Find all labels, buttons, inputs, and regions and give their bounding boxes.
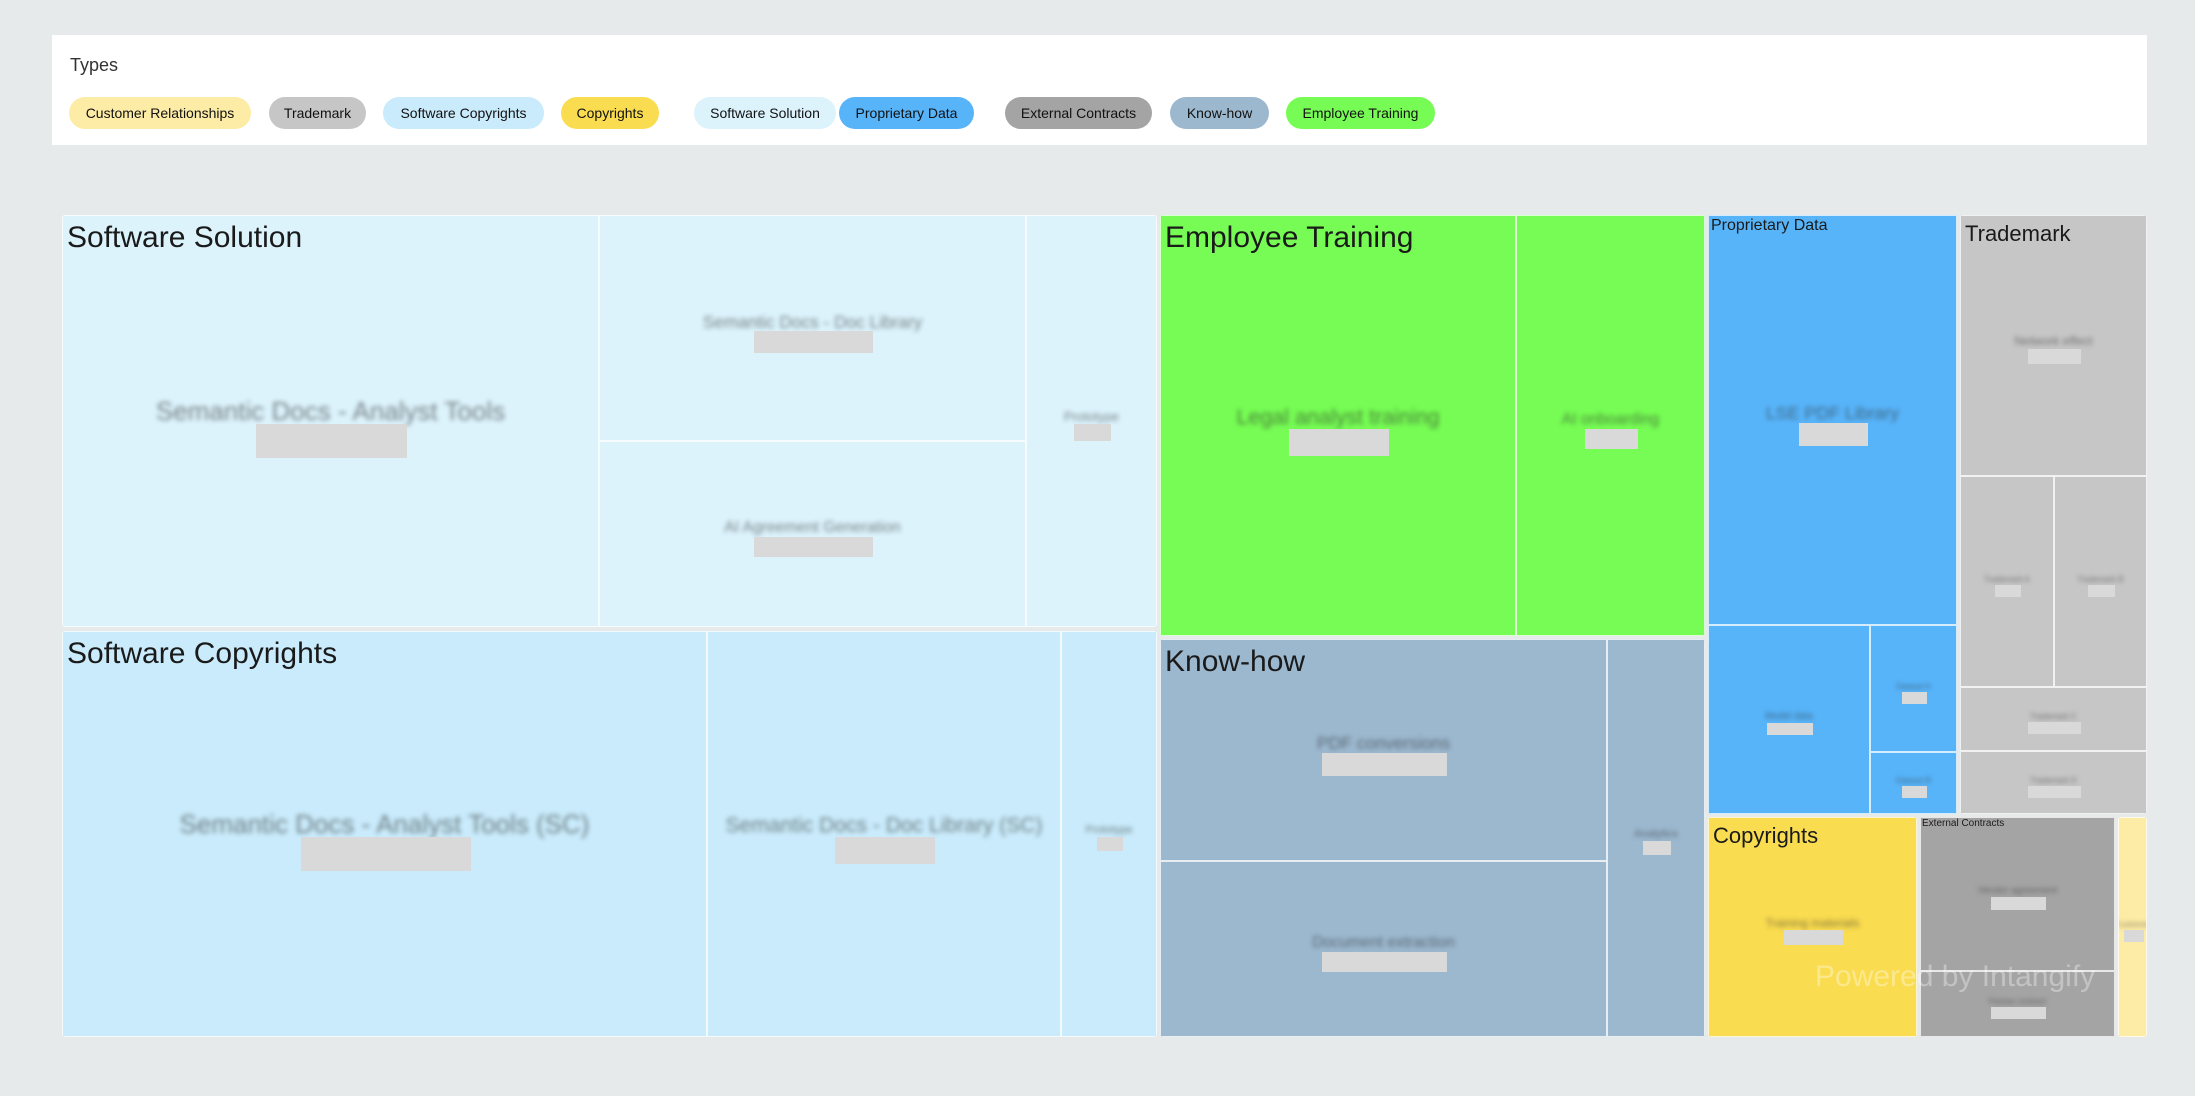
treemap-leaf-label: Legal analyst training <box>1236 404 1440 429</box>
redacted-value <box>835 837 935 865</box>
redacted-value <box>1991 897 2046 910</box>
redacted-value <box>1289 428 1389 457</box>
treemap-leaf-label: Trademark C <box>2030 712 2077 721</box>
treemap-tile-semantic-docs-analyst-tools[interactable]: Semantic Docs - Analyst Tools <box>62 215 599 627</box>
treemap-tile-model-data[interactable]: Model data <box>1708 625 1870 814</box>
treemap-group-customer-relationships[interactable]: Customer <box>2118 817 2147 1037</box>
redacted-value <box>1994 584 2022 597</box>
treemap-group-label: External Contracts <box>1922 818 2005 829</box>
treemap-group-label: Software Solution <box>67 221 303 254</box>
treemap-leaf-label: Model data <box>1764 710 1814 722</box>
treemap-leaf-label: PDF conversions <box>1316 733 1451 754</box>
treemap-tile-semantic-docs-doc-library[interactable]: Semantic Docs - Doc Library <box>599 215 1026 441</box>
redacted-value <box>1784 930 1843 946</box>
redacted-value <box>1321 952 1448 973</box>
redacted-value <box>2088 584 2115 597</box>
treemap-leaf-label: AI onboarding <box>1561 410 1660 428</box>
treemap-tile-analytics[interactable]: Analytics <box>1607 639 1705 1037</box>
treemap-tile-trademark-d[interactable]: Trademark D <box>1960 751 2147 814</box>
treemap-leaf-label: Network effect <box>2014 334 2093 349</box>
treemap-tile-ai-onboarding[interactable]: AI onboarding <box>1516 215 1705 636</box>
redacted-value <box>1321 753 1448 776</box>
treemap-tile-dataset-a[interactable]: Dataset A <box>1870 625 1957 752</box>
redacted-value <box>1902 691 1927 704</box>
treemap-tile-semantic-docs-doc-library-sc[interactable]: Semantic Docs - Doc Library (SC) <box>707 631 1061 1037</box>
treemap-group-copyrights[interactable]: Training materials Copyrights <box>1708 817 1917 1037</box>
treemap-group-know-how[interactable]: PDF conversions Document extraction Analyt… <box>1160 639 1705 1037</box>
treemap-leaf-label: Vendor agreement <box>1977 885 2058 897</box>
treemap-group-label: Know-how <box>1165 645 1306 678</box>
redacted-value <box>1643 841 1671 856</box>
treemap-group-trademark[interactable]: Network effect Trademark A Trademark B Trad… <box>1960 215 2147 814</box>
redacted-value <box>2028 722 2081 734</box>
treemap-leaf-label: Prototype <box>1085 824 1133 837</box>
treemap-tile-prototype[interactable]: Prototype <box>1026 215 1157 627</box>
treemap-leaf-label: Dataset B <box>1895 776 1932 785</box>
treemap-leaf-label: Semantic Docs - Analyst Tools (SC) <box>179 809 590 839</box>
treemap-leaf-label: Partner contract <box>1989 997 2046 1006</box>
treemap-leaf-label: Training materials <box>1765 916 1860 931</box>
redacted-value <box>2123 930 2144 942</box>
treemap-leaf-label: LSE PDF Library <box>1765 403 1900 424</box>
treemap-chart: Semantic Docs - Analyst Tools Semantic Do… <box>0 0 2195 1096</box>
treemap-tile-document-extraction[interactable]: Document extraction <box>1160 861 1607 1037</box>
treemap-tile-dataset-b[interactable]: Dataset B <box>1870 752 1957 814</box>
treemap-tile-trademark-b[interactable]: Trademark B <box>2054 476 2147 687</box>
redacted-value <box>1096 837 1124 852</box>
treemap-tile-ai-agreement-generation[interactable]: AI Agreement Generation <box>599 441 1026 627</box>
treemap-leaf-label: Analytics <box>1634 828 1678 841</box>
treemap-group-label: Software Copyrights <box>67 637 338 670</box>
treemap-leaf-label: Prototype <box>1063 409 1120 425</box>
treemap-group-label: Employee Training <box>1165 221 1414 254</box>
treemap-tile-customer[interactable]: Customer <box>2118 817 2147 1037</box>
treemap-tile-semantic-docs-analyst-tools-sc[interactable]: Semantic Docs - Analyst Tools (SC) <box>62 631 707 1037</box>
redacted-value <box>1798 423 1869 447</box>
treemap-leaf-label: Customer <box>2119 920 2147 929</box>
treemap-leaf-label: Trademark A <box>1984 574 2030 584</box>
treemap-group-label: Proprietary Data <box>1711 217 1828 234</box>
redacted-value <box>753 331 874 354</box>
treemap-group-employee-training[interactable]: Legal analyst training AI onboarding Emplo… <box>1160 215 1705 636</box>
treemap-group-proprietary-data[interactable]: LSE PDF Library Model data Dataset A Datase… <box>1708 215 1957 814</box>
treemap-group-software-copyrights[interactable]: Semantic Docs - Analyst Tools (SC) Semant… <box>62 631 1157 1037</box>
treemap-group-label: Trademark <box>1965 221 2071 246</box>
treemap-leaf-label: Trademark D <box>2030 775 2077 785</box>
redacted-value <box>1585 428 1638 449</box>
redacted-value <box>2028 348 2081 365</box>
redacted-value <box>1767 722 1813 736</box>
treemap-tile-prototype[interactable]: Prototype <box>1061 631 1157 1037</box>
treemap-tile-legal-analyst-training[interactable]: Legal analyst training <box>1160 215 1516 636</box>
redacted-value <box>753 537 874 558</box>
treemap-tile-lse-pdf-library[interactable]: LSE PDF Library <box>1708 215 1957 625</box>
treemap-tile-network-effect[interactable]: Network effect <box>1960 215 2147 476</box>
redacted-value <box>1902 786 1927 798</box>
treemap-leaf-label: AI Agreement Generation <box>724 519 901 537</box>
redacted-value <box>1991 1007 2046 1019</box>
treemap-leaf-label: Trademark B <box>2077 574 2124 584</box>
treemap-leaf-label: Document extraction <box>1312 934 1455 952</box>
redacted-value <box>2028 785 2081 798</box>
treemap-leaf-label: Dataset A <box>1896 681 1931 691</box>
treemap-tile-trademark-a[interactable]: Trademark A <box>1960 476 2054 687</box>
treemap-leaf-label: Semantic Docs - Analyst Tools <box>155 396 506 426</box>
treemap-tile-vendor-agreement[interactable]: Vendor agreement <box>1920 817 2115 971</box>
treemap-tile-training-materials[interactable]: Training materials <box>1708 817 1917 1037</box>
treemap-leaf-label: Semantic Docs - Doc Library (SC) <box>725 813 1043 837</box>
redacted-value <box>256 424 407 458</box>
treemap-group-software-solution[interactable]: Semantic Docs - Analyst Tools Semantic Do… <box>62 215 1157 627</box>
treemap-tile-trademark-c[interactable]: Trademark C <box>1960 687 2147 751</box>
treemap-group-label: Copyrights <box>1713 823 1819 848</box>
powered-by-watermark: Powered by Intangify <box>1815 960 2096 993</box>
redacted-value <box>1074 424 1111 441</box>
redacted-value <box>300 837 471 871</box>
treemap-leaf-label: Semantic Docs - Doc Library <box>702 311 923 332</box>
treemap-group-external-contracts[interactable]: Vendor agreement Partner contract External… <box>1920 817 2115 1037</box>
